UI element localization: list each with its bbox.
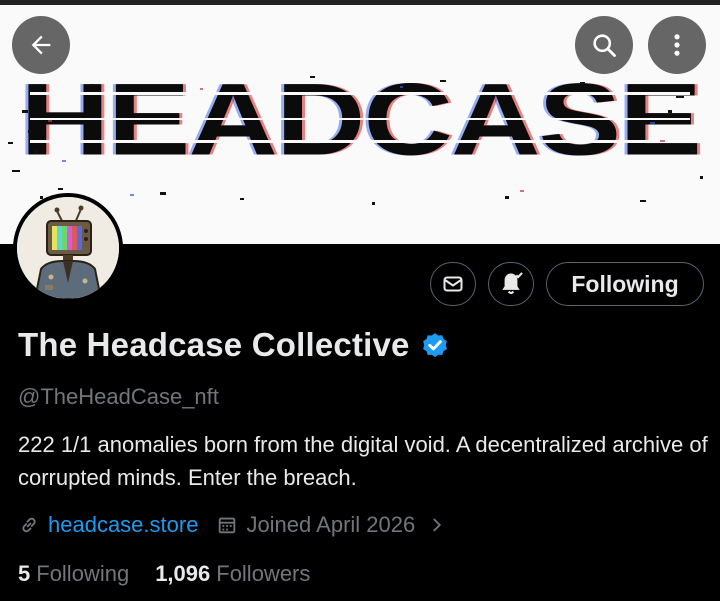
profile-name-row: The Headcase Collective (18, 326, 450, 364)
profile-meta: headcase.store Joined April 2026 (18, 512, 445, 538)
verified-badge-icon[interactable] (420, 330, 450, 360)
back-button[interactable] (12, 16, 70, 74)
avatar[interactable] (13, 193, 123, 303)
follow-stats: 5 Following 1,096 Followers (18, 561, 310, 587)
notifications-button[interactable] (488, 262, 534, 306)
profile-handle: @TheHeadCase_nft (18, 384, 219, 409)
tv-head-character-image (17, 197, 119, 299)
chevron-right-icon[interactable] (429, 514, 445, 536)
arrow-left-icon (31, 35, 51, 55)
following-count: 5 (18, 561, 31, 586)
joined-date: Joined April 2026 (246, 512, 416, 537)
calendar-icon (219, 517, 236, 534)
following-button[interactable]: Following (546, 262, 704, 306)
message-button[interactable] (430, 262, 476, 306)
profile-name: The Headcase Collective (18, 326, 410, 363)
bell-check-icon (502, 272, 523, 295)
followers-count: 1,096 (155, 561, 211, 586)
more-options-button[interactable] (648, 16, 706, 74)
search-button[interactable] (575, 16, 633, 74)
avatar-image (17, 197, 119, 299)
link-icon (22, 517, 36, 533)
following-stat[interactable]: 5 Following (18, 561, 129, 587)
profile-bio: 222 1/1 anomalies born from the digital … (18, 432, 708, 490)
more-vertical-icon (674, 34, 680, 56)
website-link[interactable]: headcase.store (48, 512, 198, 538)
search-icon (593, 34, 616, 57)
followers-label: Followers (216, 561, 311, 586)
following-label: Following (36, 561, 130, 586)
envelope-icon (443, 276, 463, 292)
followers-stat[interactable]: 1,096 Followers (155, 561, 310, 587)
